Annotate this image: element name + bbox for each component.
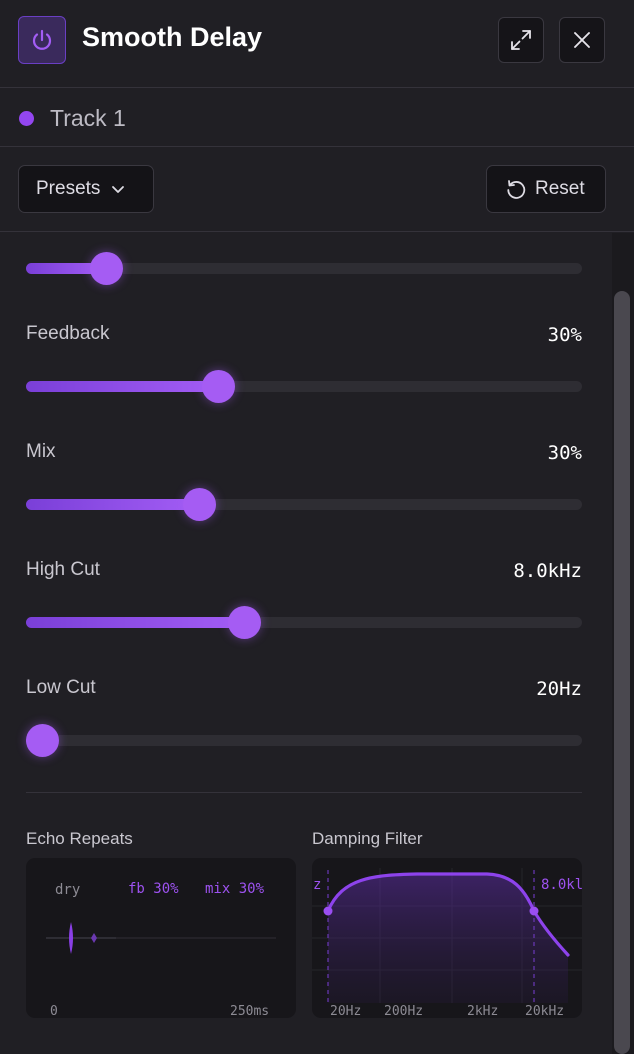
expand-icon [511,30,531,50]
echo-mix-label: mix 30% [205,881,265,897]
feedback-slider-thumb[interactable] [201,370,235,403]
echo-fb-label: fb 30% [128,881,179,897]
reset-button[interactable]: Reset [486,165,606,213]
echo-repeats-display: dry fb 30% mix 30% 0 250ms [26,858,296,1018]
mix-value: 30% [547,442,582,464]
damping-filter-graph: z 8.0kl 20Hz 200Hz 2kHz 20kHz [312,868,582,1018]
damping-tick-20khz: 20kHz [525,1004,564,1018]
echo-axis-end: 250ms [230,1004,269,1018]
high-cut-slider[interactable] [26,606,582,639]
power-button[interactable] [18,16,66,64]
damping-filter-title: Damping Filter [312,829,423,848]
close-button[interactable] [559,17,605,63]
damping-tick-200hz: 200Hz [384,1004,423,1018]
echo-repeats-graph: dry fb 30% mix 30% 0 250ms [46,881,276,1018]
plugin-title: Smooth Delay [82,22,263,52]
plugin-panel: Smooth Delay Track 1 Presets Reset Feedb… [0,0,634,1054]
reset-label: Reset [535,178,585,199]
damping-right-marker: 8.0kl [541,877,582,893]
feedback-value: 30% [547,324,582,346]
chevron-down-icon [112,186,125,193]
track-row: Track 1 [0,89,634,147]
high-cut-label: High Cut [26,559,100,580]
mix-slider[interactable] [26,488,582,521]
reset-icon [507,180,526,199]
feedback-slider[interactable] [26,370,582,403]
mix-slider-thumb[interactable] [182,488,216,521]
low-cut-slider[interactable] [25,724,582,757]
parameter-list: Feedback 30% Mix 30% High Cut 8.0kHz Low… [0,233,634,1054]
echo-axis-start: 0 [50,1004,58,1018]
toolbar: Presets Reset [0,148,634,232]
high-cut-value: 8.0kHz [513,560,582,582]
mix-label: Mix [26,441,56,462]
damping-left-marker: z [313,877,321,893]
echo-dry-label: dry [55,882,80,898]
header: Smooth Delay [0,0,634,88]
damping-tick-2khz: 2kHz [467,1004,498,1018]
low-cut-value: 20Hz [536,678,582,700]
presets-label: Presets [36,178,101,199]
scrollbar-thumb[interactable] [614,291,630,1054]
high-cut-slider-fill [26,617,244,628]
expand-button[interactable] [498,17,544,63]
echo-repeats-title: Echo Repeats [26,829,133,848]
low-cut-slider-thumb[interactable] [25,724,59,757]
power-icon [32,29,52,50]
time-slider-thumb[interactable] [89,252,123,285]
damping-filter-display: z 8.0kl 20Hz 200Hz 2kHz 20kHz [312,858,582,1018]
mix-slider-fill [26,499,199,510]
feedback-slider-fill [26,381,218,392]
track-color-dot [19,111,34,126]
damping-tick-20hz: 20Hz [330,1004,361,1018]
high-cut-slider-thumb[interactable] [227,606,261,639]
track-label: Track 1 [50,105,126,131]
presets-dropdown[interactable]: Presets [18,165,154,213]
time-slider[interactable] [26,252,582,285]
feedback-label: Feedback [26,323,110,344]
close-icon [574,32,590,48]
section-divider [26,792,582,793]
low-cut-label: Low Cut [26,677,96,698]
